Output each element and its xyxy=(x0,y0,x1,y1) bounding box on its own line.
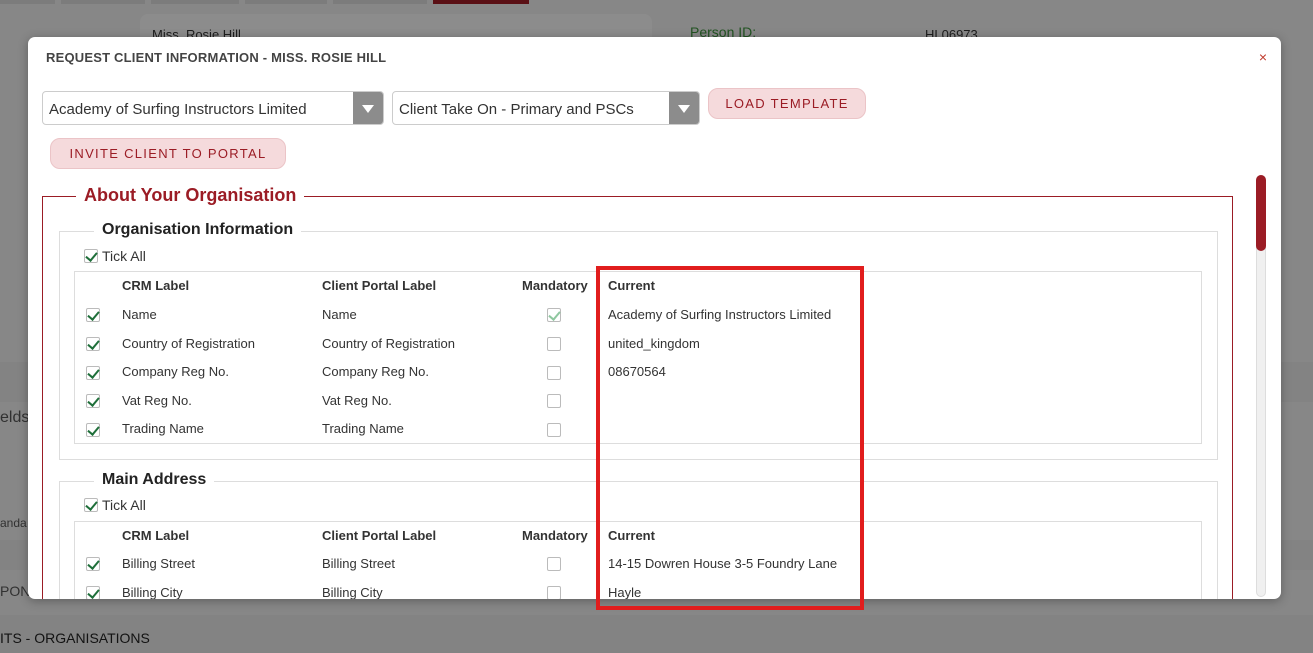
tick-all-address[interactable]: Tick All xyxy=(84,497,146,513)
row-mandatory-checkbox[interactable] xyxy=(547,586,561,599)
row-crm-label: Trading Name xyxy=(122,421,204,436)
about-organisation-title: About Your Organisation xyxy=(76,185,305,206)
row-include-checkbox[interactable] xyxy=(86,337,100,351)
row-include-checkbox[interactable] xyxy=(86,366,100,380)
row-portal-label: Company Reg No. xyxy=(322,364,429,379)
tick-all-label: Tick All xyxy=(102,248,146,264)
organisation-select[interactable]: Academy of Surfing Instructors Limited xyxy=(42,91,384,125)
row-crm-label: Country of Registration xyxy=(122,336,255,351)
current-column-highlight xyxy=(596,266,864,610)
load-template-button[interactable]: LOAD TEMPLATE xyxy=(708,88,866,119)
template-select[interactable]: Client Take On - Primary and PSCs xyxy=(392,91,700,125)
row-portal-label: Billing City xyxy=(322,585,383,599)
column-header-crm-label: CRM Label xyxy=(122,528,190,543)
row-crm-label: Vat Reg No. xyxy=(122,393,192,408)
row-mandatory-checkbox[interactable] xyxy=(547,366,561,380)
column-header-crm-label: CRM Label xyxy=(122,278,190,293)
row-mandatory-checkbox[interactable] xyxy=(547,308,561,322)
row-mandatory-checkbox[interactable] xyxy=(547,557,561,571)
invite-client-button[interactable]: INVITE CLIENT TO PORTAL xyxy=(50,138,286,169)
modal-scrollbar-thumb[interactable] xyxy=(1256,175,1266,251)
row-include-checkbox[interactable] xyxy=(86,394,100,408)
chevron-down-icon[interactable] xyxy=(353,92,383,124)
column-header-mandatory: Mandatory xyxy=(522,528,588,543)
row-crm-label: Billing Street xyxy=(122,556,195,571)
tick-all-label: Tick All xyxy=(102,497,146,513)
row-mandatory-checkbox[interactable] xyxy=(547,394,561,408)
organisation-select-value: Academy of Surfing Instructors Limited xyxy=(49,101,307,118)
column-header-mandatory: Mandatory xyxy=(522,278,588,293)
organisation-information-title: Organisation Information xyxy=(94,221,302,239)
row-crm-label: Company Reg No. xyxy=(122,364,229,379)
column-header-portal-label: Client Portal Label xyxy=(322,528,437,543)
template-select-value: Client Take On - Primary and PSCs xyxy=(399,101,634,118)
row-portal-label: Trading Name xyxy=(322,421,404,436)
row-portal-label: Name xyxy=(322,307,357,322)
tick-all-checkbox[interactable] xyxy=(84,497,98,512)
row-crm-label: Name xyxy=(122,307,157,322)
row-include-checkbox[interactable] xyxy=(86,557,100,571)
tick-all-checkbox[interactable] xyxy=(84,248,98,263)
row-include-checkbox[interactable] xyxy=(86,586,100,599)
chevron-down-icon[interactable] xyxy=(669,92,699,124)
row-include-checkbox[interactable] xyxy=(86,308,100,322)
row-include-checkbox[interactable] xyxy=(86,423,100,437)
row-crm-label: Billing City xyxy=(122,585,183,599)
row-mandatory-checkbox[interactable] xyxy=(547,337,561,351)
modal-title: REQUEST CLIENT INFORMATION - MISS. ROSIE… xyxy=(46,50,387,65)
main-address-title: Main Address xyxy=(94,471,215,489)
tick-all-organisation[interactable]: Tick All xyxy=(84,248,146,264)
row-portal-label: Country of Registration xyxy=(322,336,455,351)
column-header-portal-label: Client Portal Label xyxy=(322,278,437,293)
row-portal-label: Vat Reg No. xyxy=(322,393,392,408)
close-icon[interactable]: × xyxy=(1259,49,1267,65)
row-mandatory-checkbox[interactable] xyxy=(547,423,561,437)
row-portal-label: Billing Street xyxy=(322,556,395,571)
